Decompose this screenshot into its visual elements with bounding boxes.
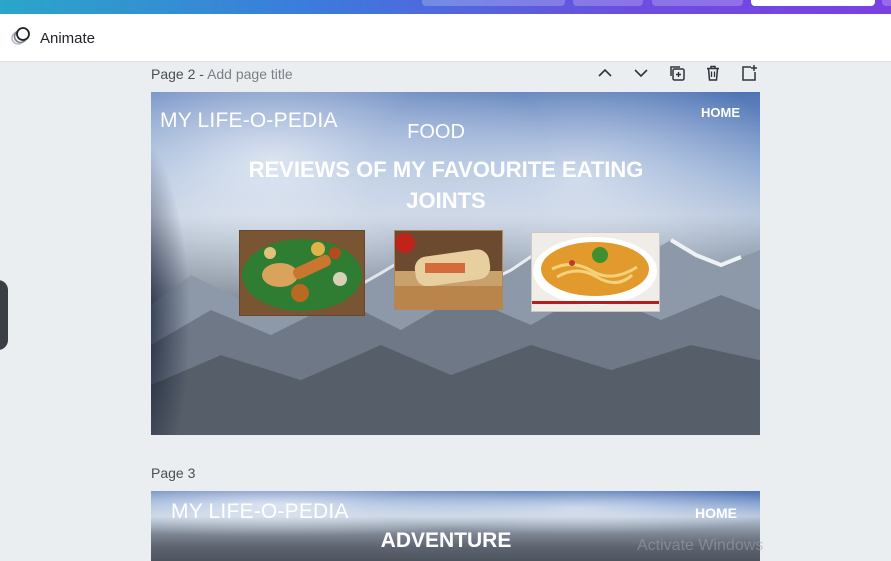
page-3-header: Page 3 — [151, 461, 760, 485]
toolbar-button[interactable] — [652, 0, 743, 6]
site-title: MY LIFE-O-PEDIA — [171, 500, 349, 523]
chevron-down-icon — [634, 69, 648, 78]
chevron-up-icon — [598, 68, 612, 77]
move-page-down-button[interactable] — [630, 62, 652, 84]
food-photo-noodle-soup[interactable] — [531, 232, 660, 312]
activate-windows-watermark: Activate Windows — [637, 537, 764, 554]
page-2-header: Page 2 - Add page title — [151, 62, 760, 86]
site-title: MY LIFE-O-PEDIA — [160, 109, 338, 132]
page-number: Page 3 — [151, 465, 196, 481]
page-title-input[interactable]: Add page title — [207, 66, 293, 82]
toolbar-button[interactable] — [882, 0, 891, 6]
page-headline: REVIEWS OF MY FAVOURITE EATING JOINTS — [248, 157, 644, 213]
food-photo-wrap[interactable] — [394, 230, 503, 310]
move-page-up-button[interactable] — [594, 62, 616, 84]
home-link[interactable]: HOME — [701, 105, 740, 120]
page-tools — [594, 62, 760, 84]
toolbar-button[interactable] — [422, 0, 565, 6]
page-number: Page 2 - — [151, 66, 204, 82]
section-title: ADVENTURE — [380, 529, 512, 552]
side-panel-handle[interactable] — [0, 280, 8, 350]
top-toolbar — [0, 0, 891, 14]
animate-button[interactable]: Animate — [10, 25, 95, 51]
section-title: FOOD — [407, 121, 465, 143]
duplicate-page-button[interactable] — [666, 62, 688, 84]
add-page-icon — [742, 65, 757, 81]
food-photo-thali[interactable] — [239, 230, 365, 316]
add-page-button[interactable] — [738, 62, 760, 84]
context-toolbar: Animate — [0, 14, 891, 62]
share-button[interactable] — [751, 0, 875, 6]
home-link[interactable]: HOME — [695, 505, 737, 521]
animate-icon — [10, 25, 32, 52]
trash-icon — [707, 65, 719, 81]
duplicate-icon — [670, 66, 685, 81]
animate-label: Animate — [40, 29, 96, 47]
page-2-canvas[interactable]: MY LIFE-O-PEDIA HOME FOOD REVIEWS OF MY … — [151, 92, 760, 435]
delete-page-button[interactable] — [702, 62, 724, 84]
toolbar-button[interactable] — [573, 0, 643, 6]
